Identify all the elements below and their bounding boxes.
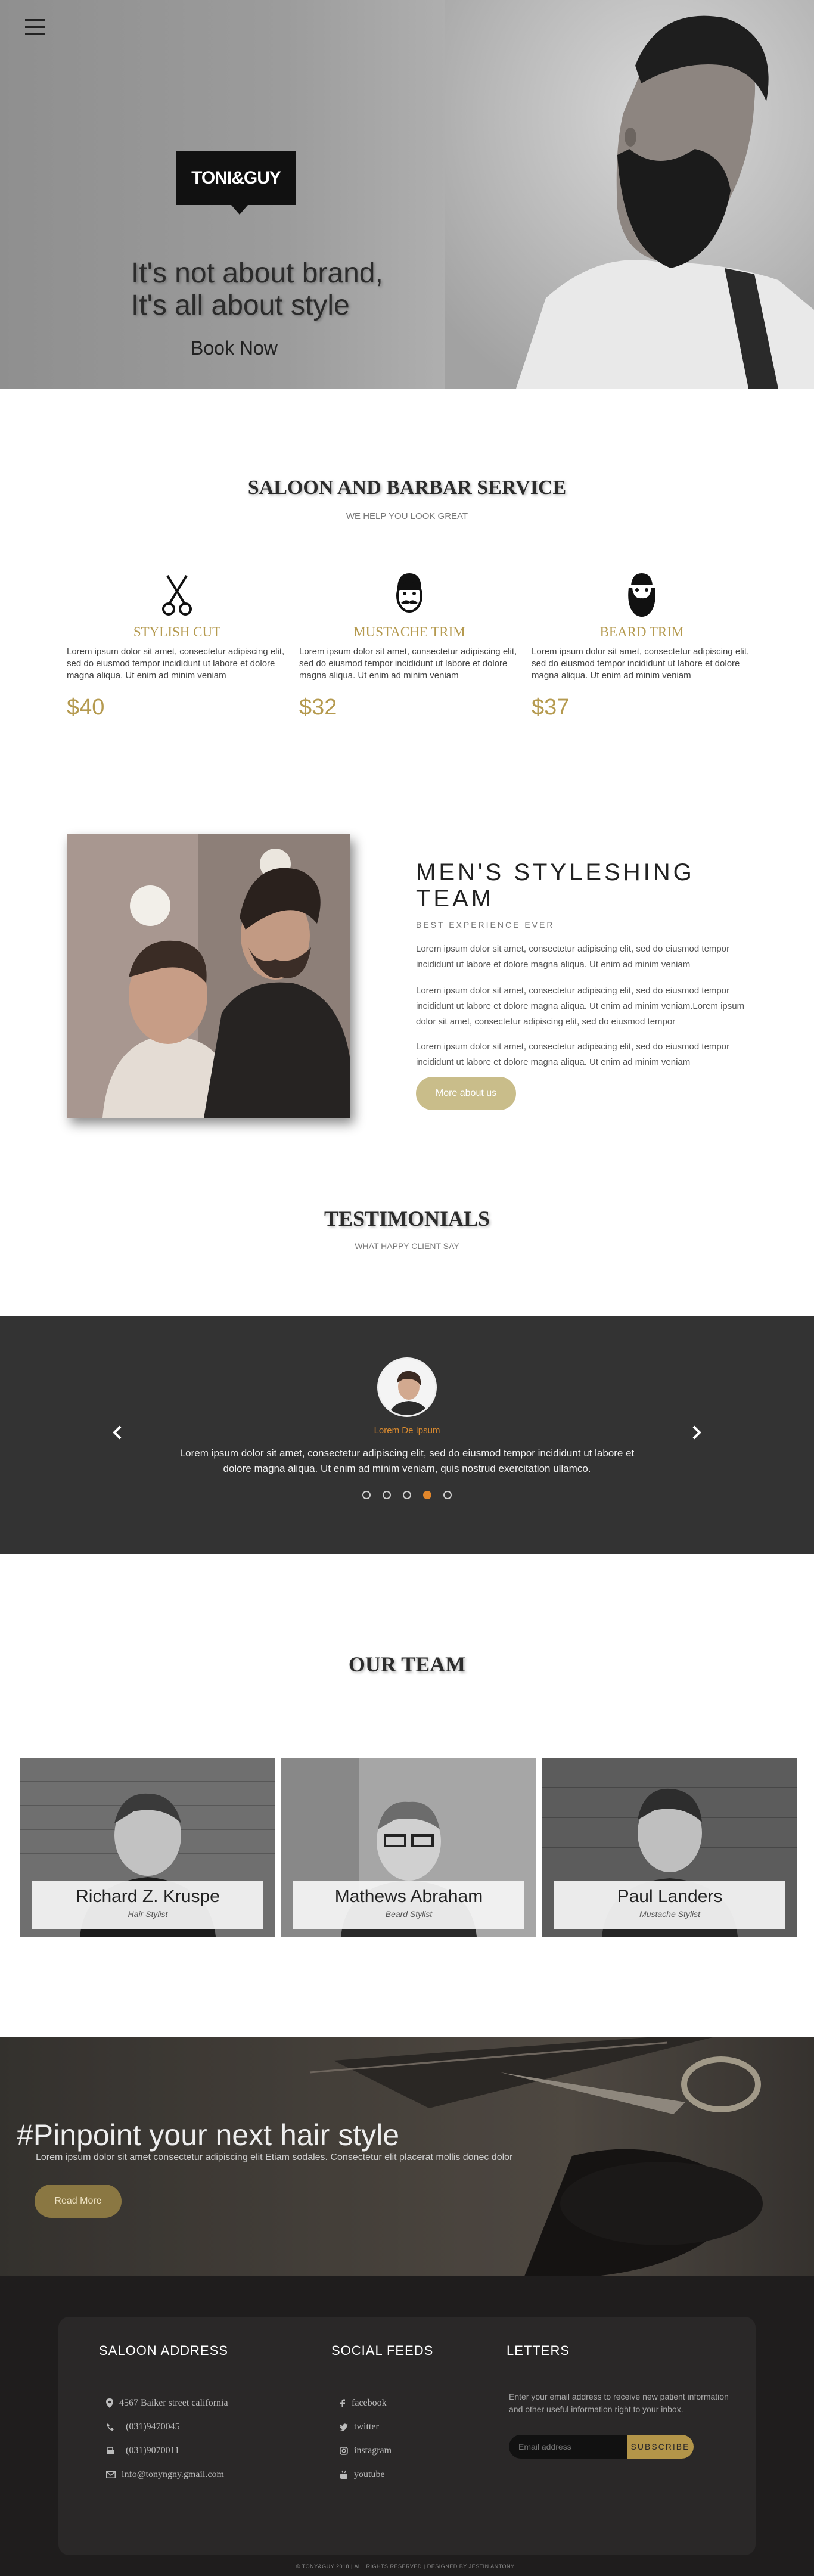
service-price: $37: [532, 695, 570, 720]
team-member-card[interactable]: Richard Z. Kruspe Hair Stylist: [20, 1758, 275, 1937]
service-name: BEARD TRIM: [599, 624, 684, 639]
service-price: $32: [299, 695, 337, 720]
hamburger-menu-icon[interactable]: [25, 19, 45, 37]
testimonial-slider: Lorem De Ipsum Lorem ipsum dolor sit ame…: [0, 1316, 814, 1554]
team-member-card[interactable]: Mathews Abraham Beard Stylist: [281, 1758, 536, 1937]
social-label: twitter: [354, 2422, 379, 2432]
phone-text[interactable]: +(031)9470045: [120, 2422, 180, 2432]
service-description: Lorem ipsum dolor sit amet, consectetur …: [532, 647, 750, 680]
slider-dots: [362, 1491, 452, 1499]
address-item: 4567 Baiker street california: [106, 2398, 228, 2409]
read-more-button[interactable]: Read More: [35, 2185, 122, 2218]
banner-title: #Pinpoint your next hair style: [17, 2118, 400, 2152]
phone-item: +(031)9470045: [106, 2422, 180, 2432]
about-paragraph-3: Lorem ipsum dolor sit amet, consectetur …: [416, 1042, 730, 1067]
envelope-icon: [106, 2471, 116, 2478]
hero-section: TONI&GUY It's not about brand, It's all …: [0, 0, 814, 389]
testimonials-subtitle: WHAT HAPPY CLIENT SAY: [355, 1241, 459, 1251]
social-link-twitter[interactable]: twitter: [340, 2422, 379, 2432]
team-member-label: Paul Landers Mustache Stylist: [554, 1881, 785, 1929]
about-title-line-1: MEN'S STYLESHING: [416, 859, 695, 885]
slider-dot[interactable]: [403, 1491, 411, 1499]
about-title: MEN'S STYLESHING TEAM: [416, 859, 695, 912]
social-label: instagram: [354, 2446, 392, 2456]
our-team-title: OUR TEAM: [348, 1652, 466, 1676]
about-paragraph-1: Lorem ipsum dolor sit amet, consectetur …: [416, 944, 730, 970]
service-stylish-cut: STYLISH CUT Lorem ipsum dolor sit amet, …: [67, 572, 287, 720]
mustache-face-icon: [396, 573, 422, 613]
address-text: 4567 Baiker street california: [119, 2398, 228, 2408]
footer-panel: SALOON ADDRESS 4567 Baiker street califo…: [58, 2317, 756, 2555]
slider-dot[interactable]: [362, 1491, 371, 1499]
social-label: youtube: [354, 2469, 385, 2479]
service-description: Lorem ipsum dolor sit amet, consectetur …: [299, 647, 517, 680]
instagram-icon: [340, 2447, 348, 2455]
service-beard-trim: BEARD TRIM Lorem ipsum dolor sit amet, c…: [532, 572, 752, 720]
email-text[interactable]: info@tonyngny.gmail.com: [122, 2469, 224, 2480]
service-price: $40: [67, 695, 105, 720]
about-paragraph-2: Lorem ipsum dolor sit amet, consectetur …: [416, 986, 745, 1027]
team-member-card[interactable]: Paul Landers Mustache Stylist: [542, 1758, 797, 1937]
youtube-icon: [340, 2470, 347, 2479]
hero-tagline: It's not about brand, It's all about sty…: [131, 257, 383, 322]
team-member-name: Mathews Abraham: [334, 1887, 483, 1906]
services-subtitle: WE HELP YOU LOOK GREAT: [346, 511, 468, 521]
service-name: STYLISH CUT: [133, 624, 221, 639]
team-member-role: Beard Stylist: [385, 1909, 433, 1919]
social-label: facebook: [352, 2398, 387, 2408]
slider-dot[interactable]: [443, 1491, 452, 1499]
fax-text: +(031)9070011: [120, 2446, 180, 2456]
social-link-instagram[interactable]: instagram: [340, 2446, 392, 2456]
facebook-icon: [340, 2399, 345, 2407]
brand-logo[interactable]: TONI&GUY: [176, 151, 296, 215]
services-title: SALOON AND BARBAR SERVICE: [247, 477, 567, 499]
team-member-role: Mustache Stylist: [639, 1909, 700, 1919]
copyright-text: © TONY&GUY 2018 | ALL RIGHTS RESERVED | …: [296, 2563, 518, 2569]
team-member-name: Paul Landers: [617, 1887, 723, 1906]
client-avatar: [377, 1357, 437, 1417]
tagline-line-2: It's all about style: [131, 290, 350, 321]
team-member-name: Richard Z. Kruspe: [76, 1887, 220, 1906]
bearded-man-portrait-image: [445, 0, 814, 389]
service-name: MUSTACHE TRIM: [353, 624, 465, 639]
barber-at-work-image: [67, 834, 350, 1118]
slider-dot[interactable]: [383, 1491, 391, 1499]
twitter-icon: [340, 2423, 348, 2431]
newsletter-description: Enter your email address to receive new …: [509, 2392, 729, 2414]
previous-arrow-icon[interactable]: [106, 1421, 130, 1444]
tagline-line-1: It's not about brand,: [131, 257, 383, 289]
book-now-button[interactable]: Book Now: [191, 337, 278, 359]
slider-dot-active[interactable]: [423, 1491, 431, 1499]
scissors-icon: [162, 574, 192, 616]
newsletter-email-input[interactable]: [509, 2435, 628, 2459]
banner-text: Lorem ipsum dolor sit amet consectetur a…: [36, 2152, 513, 2162]
testimonial-quote: Lorem ipsum dolor sit amet, consectetur …: [179, 1447, 635, 1474]
next-arrow-icon[interactable]: [684, 1421, 708, 1444]
testimonials-title: TESTIMONIALS: [324, 1207, 490, 1230]
service-description: Lorem ipsum dolor sit amet, consectetur …: [67, 647, 285, 680]
social-link-youtube[interactable]: youtube: [340, 2469, 385, 2480]
social-feeds-title: SOCIAL FEEDS: [331, 2343, 434, 2358]
fax-icon: [107, 2447, 114, 2454]
team-member-label: Richard Z. Kruspe Hair Stylist: [32, 1881, 263, 1929]
service-mustache-trim: MUSTACHE TRIM Lorem ipsum dolor sit amet…: [299, 572, 520, 720]
social-link-facebook[interactable]: facebook: [340, 2398, 387, 2409]
team-member-label: Mathews Abraham Beard Stylist: [293, 1881, 524, 1929]
about-subtitle: BEST EXPERIENCE EVER: [416, 920, 555, 930]
about-title-line-2: TEAM: [416, 885, 495, 912]
team-member-role: Hair Stylist: [128, 1909, 168, 1919]
email-item: info@tonyngny.gmail.com: [106, 2469, 224, 2480]
map-pin-icon: [106, 2398, 113, 2408]
pinpoint-banner: #Pinpoint your next hair style Lorem ips…: [0, 2037, 814, 2276]
beard-face-icon: [628, 573, 655, 617]
fax-item: +(031)9070011: [106, 2446, 179, 2456]
phone-icon: [107, 2423, 114, 2431]
letters-title: LETTERS: [507, 2343, 570, 2358]
footer: SALOON ADDRESS 4567 Baiker street califo…: [0, 2276, 814, 2576]
saloon-address-title: SALOON ADDRESS: [99, 2343, 228, 2358]
more-about-us-button[interactable]: More about us: [416, 1077, 516, 1110]
subscribe-button[interactable]: SUBSCRIBE: [627, 2435, 694, 2459]
